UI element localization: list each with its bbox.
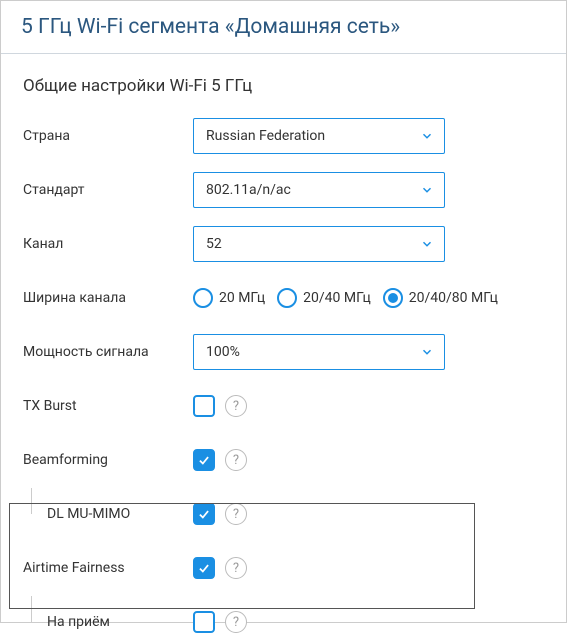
width-radio-204080[interactable]: 20/40/80 МГц xyxy=(383,288,498,308)
channel-select[interactable]: 52 xyxy=(193,226,445,262)
power-label: Мощность сигнала xyxy=(23,344,193,360)
standard-value: 802.11a/n/ac xyxy=(206,182,291,198)
beamforming-label: Beamforming xyxy=(23,452,193,468)
mumimo-label: DL MU-MIMO xyxy=(23,506,193,522)
help-icon[interactable]: ? xyxy=(225,557,247,579)
power-value: 100% xyxy=(206,344,240,360)
chevron-down-icon xyxy=(420,183,434,197)
row-beamforming: Beamforming ? xyxy=(23,442,544,478)
standard-select[interactable]: 802.11a/n/ac xyxy=(193,172,445,208)
panel-title: 5 ГГц Wi-Fi сегмента «Домашняя сеть» xyxy=(1,1,566,54)
help-icon[interactable]: ? xyxy=(225,395,247,417)
help-icon[interactable]: ? xyxy=(225,449,247,471)
country-select[interactable]: Russian Federation xyxy=(193,118,445,154)
row-rx: На приём ? xyxy=(23,604,544,640)
row-channel: Канал 52 xyxy=(23,226,544,262)
wifi-5ghz-panel: 5 ГГц Wi-Fi сегмента «Домашняя сеть» Общ… xyxy=(0,0,567,623)
channel-label: Канал xyxy=(23,236,193,252)
width-radio-group: 20 МГц 20/40 МГц 20/40/80 МГц xyxy=(193,288,498,308)
chevron-down-icon xyxy=(420,237,434,251)
panel-body: Общие настройки Wi-Fi 5 ГГц Страна Russi… xyxy=(1,54,566,640)
width-radio-2040-label: 20/40 МГц xyxy=(303,290,371,306)
help-icon[interactable]: ? xyxy=(225,503,247,525)
row-width: Ширина канала 20 МГц 20/40 МГц 20/40/80 … xyxy=(23,280,544,316)
beamforming-checkbox[interactable] xyxy=(193,449,215,471)
width-radio-2040[interactable]: 20/40 МГц xyxy=(277,288,371,308)
rx-label: На приём xyxy=(23,614,193,630)
country-label: Страна xyxy=(23,128,193,144)
row-airtime: Airtime Fairness ? xyxy=(23,550,544,586)
airtime-checkbox[interactable] xyxy=(193,557,215,579)
row-standard: Стандарт 802.11a/n/ac xyxy=(23,172,544,208)
chevron-down-icon xyxy=(420,129,434,143)
txburst-label: TX Burst xyxy=(23,398,193,414)
row-txburst: TX Burst ? xyxy=(23,388,544,424)
row-mumimo: DL MU-MIMO ? xyxy=(23,496,544,532)
row-country: Страна Russian Federation xyxy=(23,118,544,154)
section-title: Общие настройки Wi-Fi 5 ГГц xyxy=(23,76,544,96)
row-power: Мощность сигнала 100% xyxy=(23,334,544,370)
standard-label: Стандарт xyxy=(23,182,193,198)
power-select[interactable]: 100% xyxy=(193,334,445,370)
width-radio-204080-label: 20/40/80 МГц xyxy=(409,290,498,306)
rx-checkbox[interactable] xyxy=(193,611,215,633)
airtime-label: Airtime Fairness xyxy=(23,560,193,576)
txburst-checkbox[interactable] xyxy=(193,395,215,417)
radio-icon xyxy=(383,288,403,308)
mumimo-checkbox[interactable] xyxy=(193,503,215,525)
help-icon[interactable]: ? xyxy=(225,611,247,633)
radio-icon xyxy=(277,288,297,308)
chevron-down-icon xyxy=(420,345,434,359)
width-radio-20[interactable]: 20 МГц xyxy=(193,288,265,308)
width-label: Ширина канала xyxy=(23,290,193,306)
channel-value: 52 xyxy=(206,236,222,252)
width-radio-20-label: 20 МГц xyxy=(219,290,265,306)
radio-icon xyxy=(193,288,213,308)
country-value: Russian Federation xyxy=(206,128,325,144)
